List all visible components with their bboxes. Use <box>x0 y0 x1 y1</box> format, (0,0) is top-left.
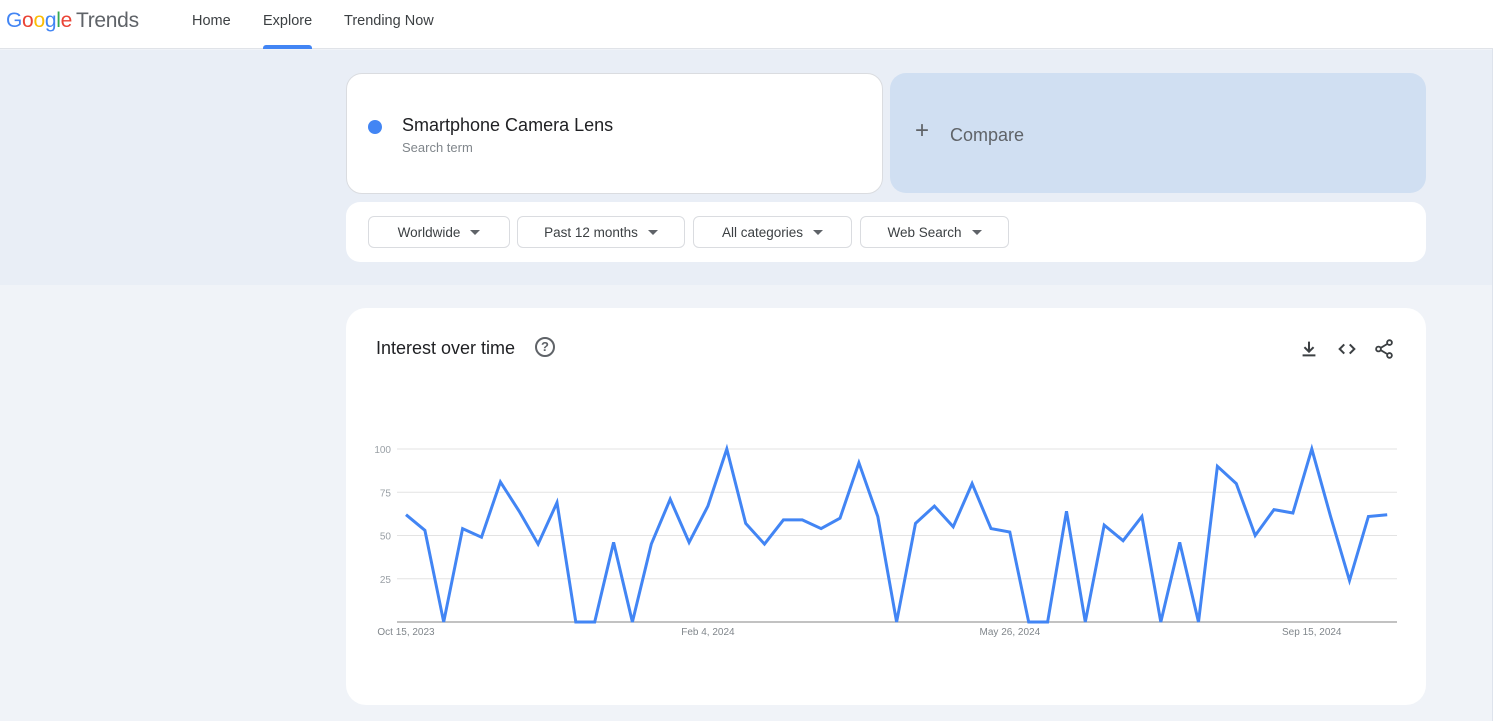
filter-label: All categories <box>721 224 804 240</box>
y-tick-label: 100 <box>374 445 391 456</box>
y-tick-label: 25 <box>380 575 392 586</box>
term-color-dot <box>368 120 382 134</box>
data-point[interactable] <box>572 618 580 626</box>
data-point[interactable] <box>591 618 599 626</box>
data-point[interactable] <box>1251 532 1259 540</box>
data-point[interactable] <box>930 502 938 510</box>
y-tick-label: 50 <box>380 532 392 543</box>
x-tick-label: Sep 15, 2024 <box>1282 627 1342 638</box>
data-point[interactable] <box>1044 618 1052 626</box>
filter-label: Worldwide <box>397 224 461 240</box>
logo-product-name: Trends <box>75 9 139 32</box>
nav-home[interactable]: Home <box>192 0 231 49</box>
data-point[interactable] <box>855 459 863 467</box>
location-filter[interactable]: Worldwide <box>368 216 510 248</box>
data-point[interactable] <box>1100 521 1108 529</box>
compare-label: Compare <box>950 125 1025 145</box>
data-point[interactable] <box>968 480 976 488</box>
data-point[interactable] <box>1195 618 1203 626</box>
search-term-card[interactable]: Smartphone Camera Lens Search term <box>346 73 883 194</box>
data-point[interactable] <box>1176 538 1184 546</box>
data-point[interactable] <box>553 499 561 507</box>
x-tick-label: Oct 15, 2023 <box>377 627 435 638</box>
data-point[interactable] <box>1270 506 1278 514</box>
data-point[interactable] <box>1346 576 1354 584</box>
data-point[interactable] <box>440 618 448 626</box>
logo-letter: e <box>60 9 73 32</box>
logo-letter: G <box>6 9 23 32</box>
compare-button[interactable]: + Compare <box>890 73 1426 193</box>
caret-down-icon <box>971 229 982 235</box>
data-point[interactable] <box>496 478 504 486</box>
top-bar: Google Trends Home Explore Trending Now <box>0 0 1493 49</box>
data-point[interactable] <box>515 507 523 515</box>
caret-down-icon <box>470 229 481 235</box>
data-point[interactable] <box>836 514 844 522</box>
time-range-filter[interactable]: Past 12 months <box>517 216 685 248</box>
data-point[interactable] <box>1119 537 1127 545</box>
logo-letter: o <box>22 9 34 32</box>
data-point[interactable] <box>779 516 787 524</box>
category-filter[interactable]: All categories <box>693 216 852 248</box>
data-point[interactable] <box>1006 528 1014 536</box>
nav-trending-now[interactable]: Trending Now <box>344 0 434 49</box>
data-point[interactable] <box>723 445 731 453</box>
data-point[interactable] <box>1157 618 1165 626</box>
logo-letter: g <box>44 9 57 32</box>
data-point[interactable] <box>704 502 712 510</box>
data-point[interactable] <box>685 538 693 546</box>
data-point[interactable] <box>1289 509 1297 517</box>
data-point[interactable] <box>911 519 919 527</box>
data-point[interactable] <box>1383 511 1391 519</box>
data-point[interactable] <box>742 519 750 527</box>
data-point[interactable] <box>893 618 901 626</box>
data-point[interactable] <box>1081 618 1089 626</box>
data-point[interactable] <box>987 525 995 533</box>
search-term[interactable]: Smartphone Camera Lens <box>402 115 613 136</box>
data-point[interactable] <box>1025 618 1033 626</box>
filter-bar: Worldwide Past 12 months All categories … <box>346 202 1426 262</box>
data-point[interactable] <box>798 516 806 524</box>
logo-letter: o <box>33 9 45 32</box>
data-point[interactable] <box>647 540 655 548</box>
data-point[interactable] <box>421 526 429 534</box>
y-tick-label: 75 <box>380 488 392 499</box>
data-point[interactable] <box>949 523 957 531</box>
filter-label: Web Search <box>887 224 962 240</box>
data-point[interactable] <box>1213 462 1221 470</box>
caret-down-icon <box>813 229 824 235</box>
data-point[interactable] <box>1138 512 1146 520</box>
data-point[interactable] <box>817 525 825 533</box>
google-trends-logo[interactable]: Google Trends <box>6 9 139 33</box>
data-point[interactable] <box>628 618 636 626</box>
x-tick-label: Feb 4, 2024 <box>681 627 735 638</box>
filter-label: Past 12 months <box>544 224 638 240</box>
data-point[interactable] <box>402 511 410 519</box>
interest-over-time-card: Interest over time ? 25 50 75 100 Oct 15, 2… <box>346 308 1426 705</box>
line-chart: 25 50 75 100 Oct 15, 2023 Feb 4, 2024 May 26,… <box>374 443 1397 638</box>
data-point[interactable] <box>874 512 882 520</box>
data-point[interactable] <box>761 540 769 548</box>
data-point[interactable] <box>1062 507 1070 515</box>
search-term-type: Search term <box>402 140 473 155</box>
nav-explore[interactable]: Explore <box>263 0 313 49</box>
plus-icon: + <box>915 117 930 144</box>
x-tick-label: May 26, 2024 <box>980 627 1041 638</box>
data-point[interactable] <box>610 538 618 546</box>
caret-down-icon <box>647 229 658 235</box>
data-point[interactable] <box>1308 445 1316 453</box>
search-type-filter[interactable]: Web Search <box>860 216 1009 248</box>
data-point[interactable] <box>1232 480 1240 488</box>
data-point[interactable] <box>534 540 542 548</box>
data-point[interactable] <box>666 495 674 503</box>
data-point[interactable] <box>1364 512 1372 520</box>
data-point[interactable] <box>1327 512 1335 520</box>
data-point[interactable] <box>477 533 485 541</box>
data-point[interactable] <box>459 525 467 533</box>
